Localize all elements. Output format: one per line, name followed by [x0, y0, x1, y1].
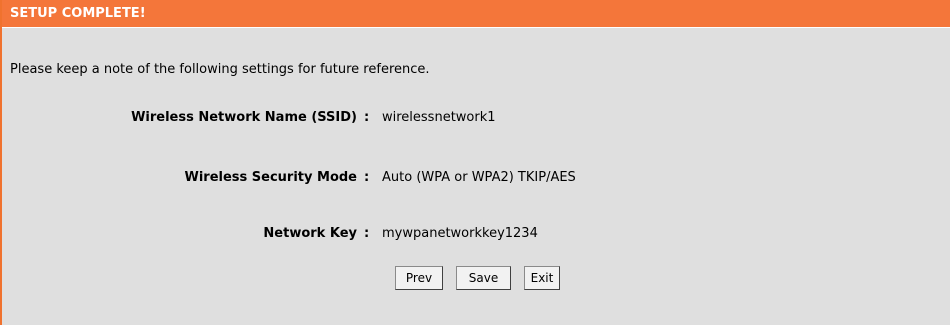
security-mode-separator: : — [364, 170, 370, 185]
setting-row-ssid: Wireless Network Name (SSID) : wirelessn… — [2, 109, 952, 127]
security-mode-value: Auto (WPA or WPA2) TKIP/AES — [382, 170, 576, 185]
setup-complete-panel: SETUP COMPLETE! Please keep a note of th… — [0, 0, 950, 325]
network-key-separator: : — [364, 226, 370, 241]
network-key-label: Network Key — [263, 226, 357, 241]
setting-row-security-mode: Wireless Security Mode : Auto (WPA or WP… — [2, 169, 952, 187]
ssid-value: wirelessnetwork1 — [382, 110, 496, 125]
save-button[interactable]: Save — [456, 266, 511, 290]
ssid-separator: : — [364, 110, 370, 125]
exit-button[interactable]: Exit — [524, 266, 560, 290]
intro-text: Please keep a note of the following sett… — [10, 62, 430, 77]
panel-title: SETUP COMPLETE! — [2, 0, 950, 28]
prev-button[interactable]: Prev — [395, 266, 443, 290]
network-key-value: mywpanetworkkey1234 — [382, 226, 538, 241]
setting-row-network-key: Network Key : mywpanetworkkey1234 — [2, 225, 952, 243]
ssid-label: Wireless Network Name (SSID) — [131, 110, 357, 125]
security-mode-label: Wireless Security Mode — [184, 170, 357, 185]
